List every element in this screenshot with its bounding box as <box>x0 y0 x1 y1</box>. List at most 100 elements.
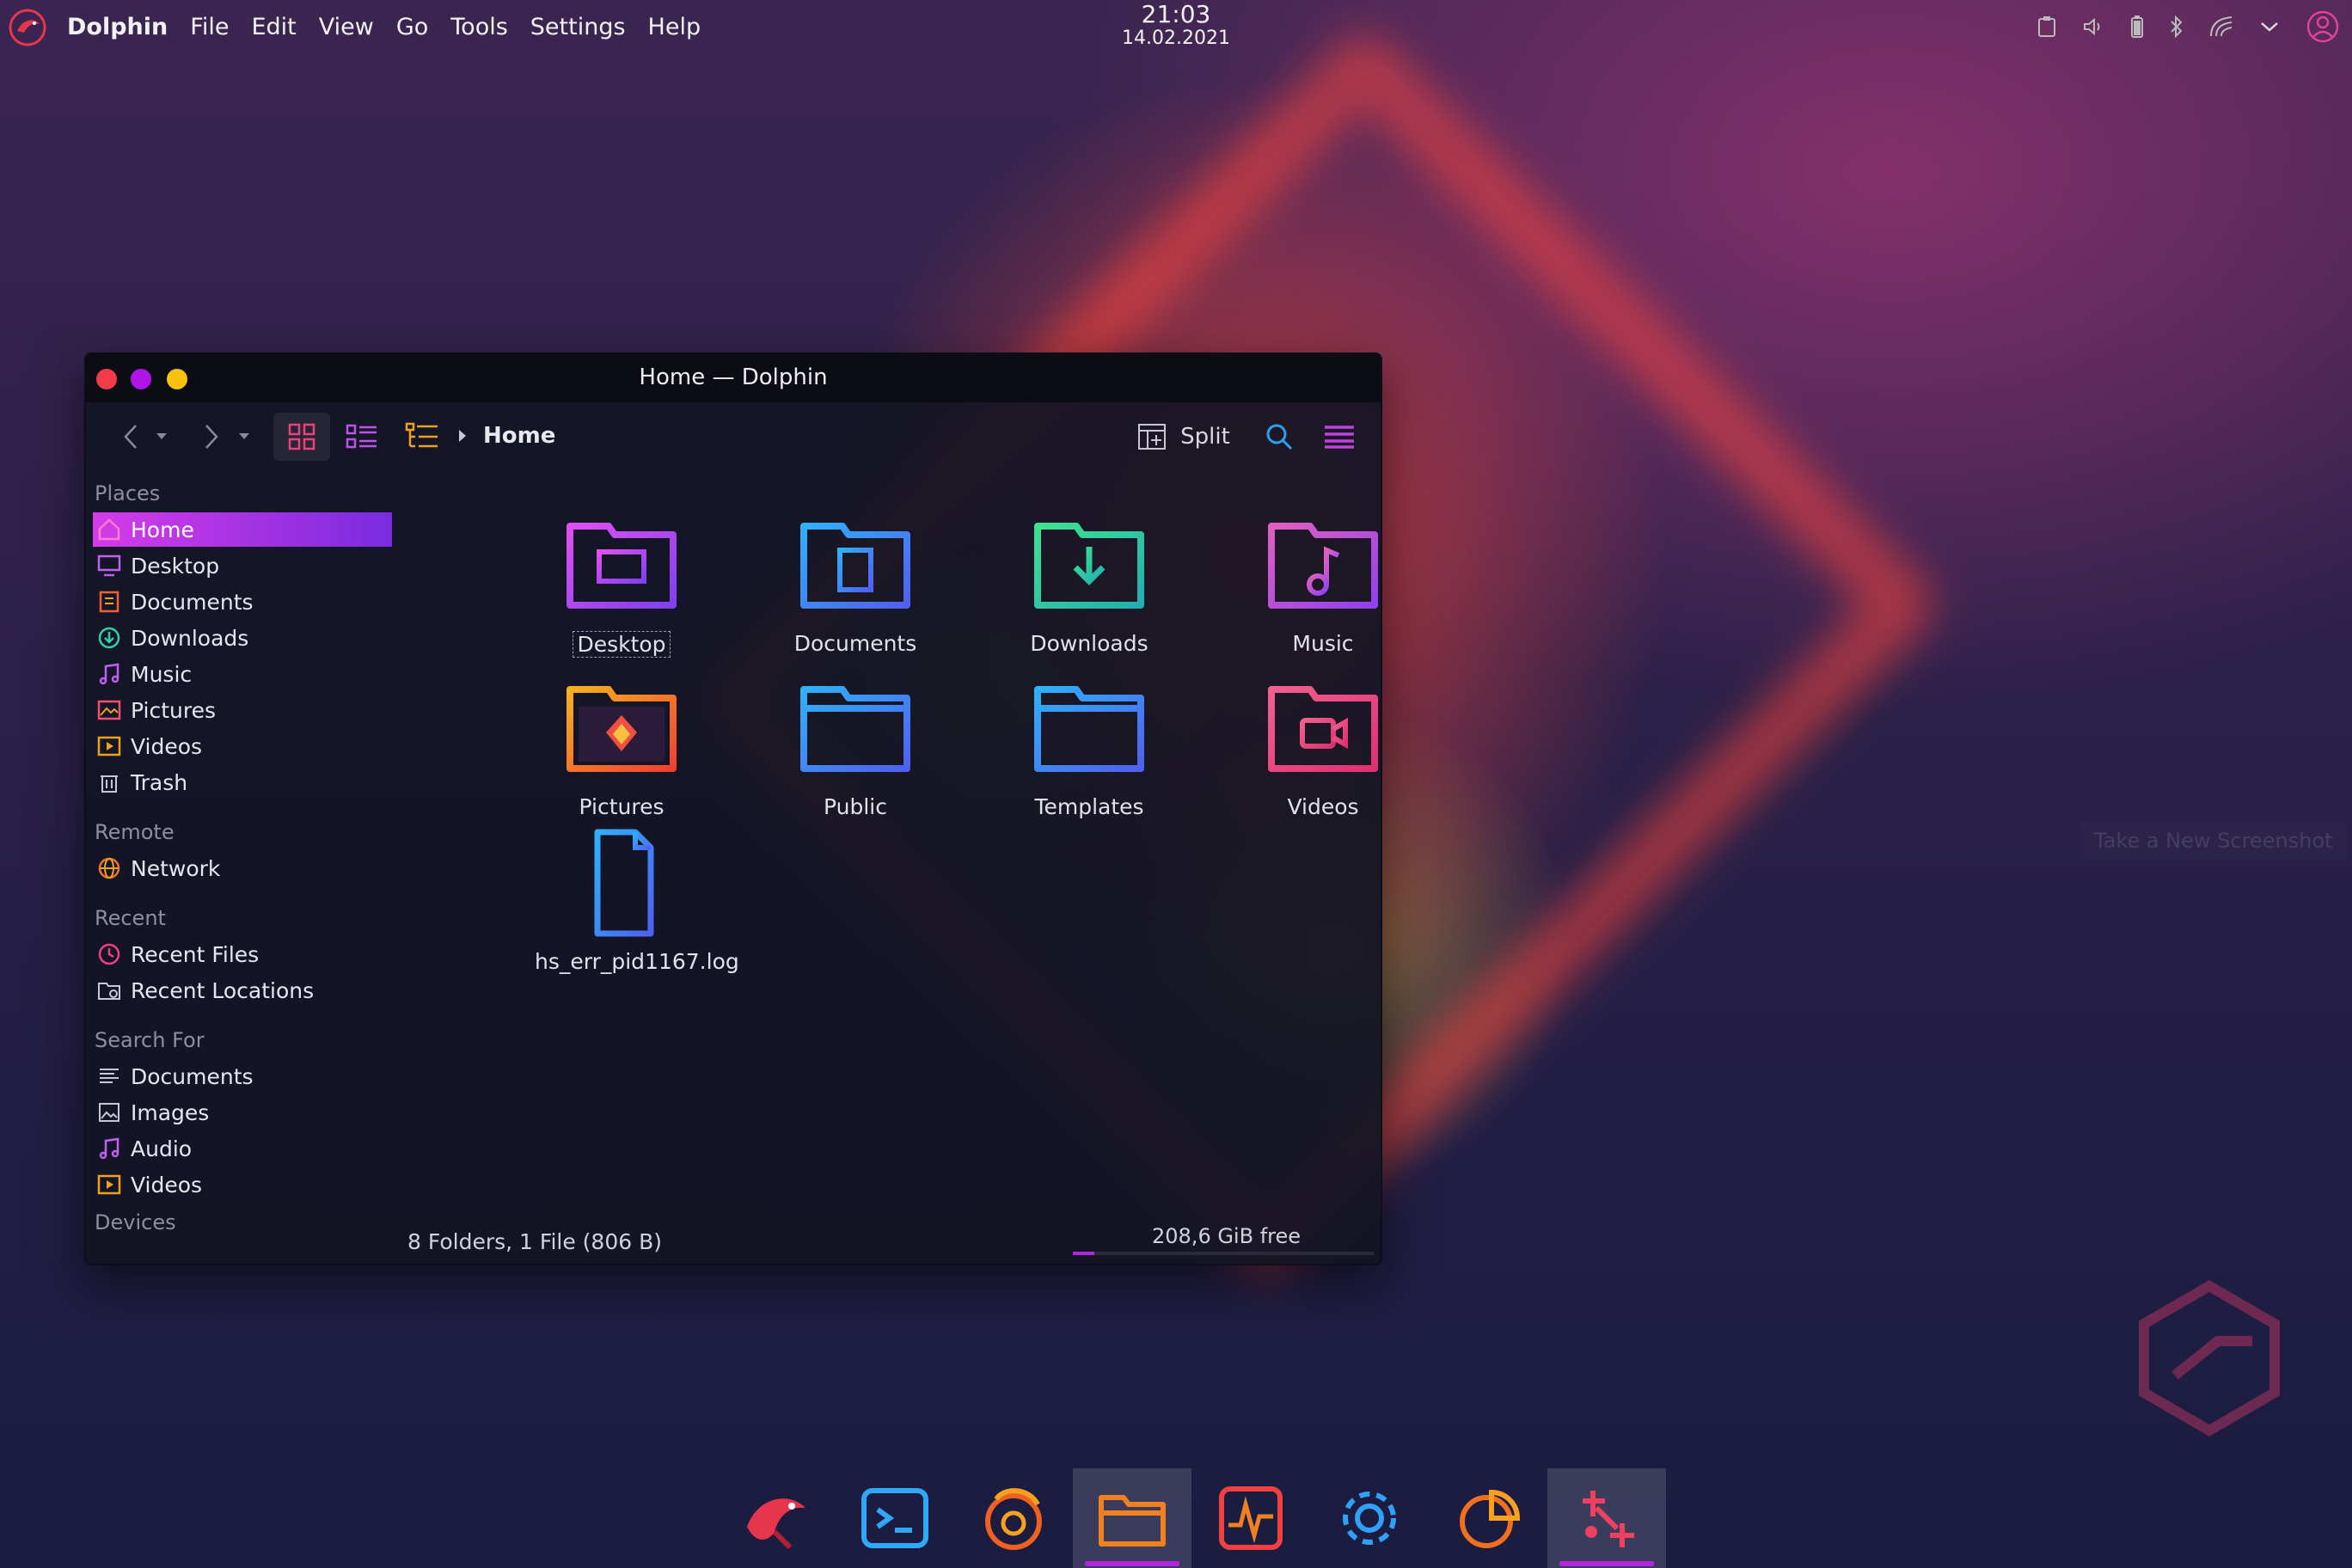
folder-clock-icon <box>98 983 120 1000</box>
dock-item-garuda[interactable] <box>717 1468 836 1568</box>
sidebar-item-search-documents[interactable]: Documents <box>93 1059 392 1093</box>
trash-icon <box>101 775 118 793</box>
sidebar-item-downloads[interactable]: Downloads <box>93 621 392 655</box>
network-globe-icon <box>98 857 120 879</box>
forward-history-button[interactable] <box>232 418 256 456</box>
dock-item-screenshot[interactable] <box>1547 1468 1666 1568</box>
details-view-button[interactable] <box>401 418 444 456</box>
bluetooth-icon[interactable] <box>2170 15 2184 38</box>
sidebar-item-label: Images <box>131 1099 210 1125</box>
dock-item-settings[interactable] <box>1310 1468 1429 1568</box>
file-item-desktop[interactable]: Desktop <box>531 509 712 658</box>
disk-usage-icon <box>1460 1489 1521 1548</box>
title-bar[interactable]: Home — Dolphin <box>86 354 1381 402</box>
desktop-icon <box>97 554 121 577</box>
split-button[interactable]: Split <box>1126 418 1241 456</box>
network-icon[interactable] <box>2209 15 2233 38</box>
breadcrumb-arrow-icon <box>459 430 466 442</box>
breadcrumb[interactable]: Home <box>457 423 555 449</box>
search-button[interactable] <box>1260 418 1298 456</box>
active-indicator <box>1559 1561 1654 1566</box>
sidebar-item-label: Trash <box>131 769 188 795</box>
sidebar-item-desktop[interactable]: Desktop <box>93 548 392 583</box>
search-for-heading: Search For <box>95 1028 205 1052</box>
sidebar-item-trash[interactable]: Trash <box>93 765 392 799</box>
clipboard-icon[interactable] <box>2037 15 2056 38</box>
sidebar-item-recent-locations[interactable]: Recent Locations <box>93 973 392 1008</box>
sidebar-item-home[interactable]: Home <box>93 512 392 547</box>
user-icon[interactable] <box>2306 9 2340 44</box>
sidebar-item-label: Network <box>131 855 221 881</box>
free-space-bar[interactable] <box>1073 1252 1374 1255</box>
image-icon <box>99 1103 119 1122</box>
forward-button[interactable] <box>194 418 229 456</box>
sidebar-item-label: Music <box>131 661 193 687</box>
file-item-videos[interactable]: Videos <box>1233 672 1381 819</box>
file-item-music[interactable]: Music <box>1233 509 1381 656</box>
sidebar-item-label: Recent Locations <box>131 977 315 1003</box>
file-name: Documents <box>793 631 917 656</box>
sidebar-item-network[interactable]: Network <box>93 851 392 885</box>
split-view-icon <box>1138 424 1167 450</box>
app-name-menu[interactable]: Dolphin <box>67 14 168 40</box>
volume-icon[interactable] <box>2082 16 2104 37</box>
menu-go[interactable]: Go <box>396 14 428 40</box>
file-item-downloads[interactable]: Downloads <box>999 509 1179 656</box>
top-panel: Dolphin File Edit View Go Tools Settings… <box>0 0 2352 53</box>
back-history-button[interactable] <box>150 418 174 456</box>
sidebar-item-search-images[interactable]: Images <box>93 1095 392 1130</box>
file-item-documents[interactable]: Documents <box>765 509 946 656</box>
icons-view-button[interactable] <box>273 413 330 461</box>
chevron-down-icon[interactable] <box>2259 20 2280 34</box>
clock-time: 21:03 <box>1141 0 1211 28</box>
sidebar-item-label: Recent Files <box>131 941 260 967</box>
dropdown-arrow-icon <box>156 433 167 439</box>
folder-music-icon <box>1268 523 1378 609</box>
menu-tools[interactable]: Tools <box>450 14 508 40</box>
menu-file[interactable]: File <box>190 14 229 40</box>
file-item-templates[interactable]: Templates <box>999 672 1179 819</box>
folder-downloads-icon <box>1034 523 1144 609</box>
dock-item-terminal[interactable] <box>836 1468 954 1568</box>
file-view[interactable]: Desktop Documents Downloads Music Pictur… <box>413 475 1378 1214</box>
menu-help[interactable]: Help <box>648 14 701 40</box>
sidebar-item-label: Documents <box>131 1063 254 1089</box>
sidebar-item-label: Downloads <box>131 625 249 651</box>
dock-item-disk-usage[interactable] <box>1429 1468 1547 1568</box>
dock-item-file-manager[interactable] <box>1073 1468 1191 1568</box>
remote-heading: Remote <box>95 820 175 844</box>
dock-item-firefox[interactable] <box>954 1468 1073 1568</box>
clock[interactable]: 21:03 14.02.2021 <box>1090 0 1262 49</box>
menu-edit[interactable]: Edit <box>251 14 296 40</box>
garuda-logo-icon[interactable] <box>7 7 48 48</box>
menu-view[interactable]: View <box>319 14 374 40</box>
clock-icon <box>98 943 120 965</box>
sidebar-item-recent-files[interactable]: Recent Files <box>93 937 392 971</box>
menu-settings[interactable]: Settings <box>530 14 626 40</box>
file-item-public[interactable]: Public <box>765 672 946 819</box>
sidebar-item-documents[interactable]: Documents <box>93 585 392 619</box>
file-item-log[interactable]: hs_err_pid1167.log <box>531 827 739 974</box>
screenshot-icon <box>1583 1491 1634 1547</box>
back-button[interactable] <box>113 418 148 456</box>
search-icon <box>1266 424 1293 450</box>
compact-view-button[interactable] <box>340 418 383 456</box>
hamburger-menu-button[interactable] <box>1320 418 1358 456</box>
file-name: Desktop <box>573 631 671 658</box>
screenshot-tooltip[interactable]: Take a New Screenshot <box>2080 822 2346 860</box>
file-item-pictures[interactable]: Pictures <box>531 672 712 819</box>
breadcrumb-home[interactable]: Home <box>483 423 555 449</box>
sidebar-item-music[interactable]: Music <box>93 657 392 691</box>
sidebar-item-search-videos[interactable]: Videos <box>93 1167 392 1202</box>
split-label: Split <box>1180 424 1230 450</box>
folder-icon <box>1034 686 1144 772</box>
battery-icon[interactable] <box>2130 15 2144 39</box>
task-manager-dock <box>717 1468 1666 1568</box>
dock-item-system-monitor[interactable] <box>1191 1468 1310 1568</box>
sidebar-item-pictures[interactable]: Pictures <box>93 693 392 727</box>
file-name: Music <box>1292 631 1354 656</box>
tree-view-icon <box>405 422 438 448</box>
sidebar-item-videos[interactable]: Videos <box>93 729 392 763</box>
sidebar-item-search-audio[interactable]: Audio <box>93 1131 392 1166</box>
sidebar-item-label: Pictures <box>131 697 216 723</box>
